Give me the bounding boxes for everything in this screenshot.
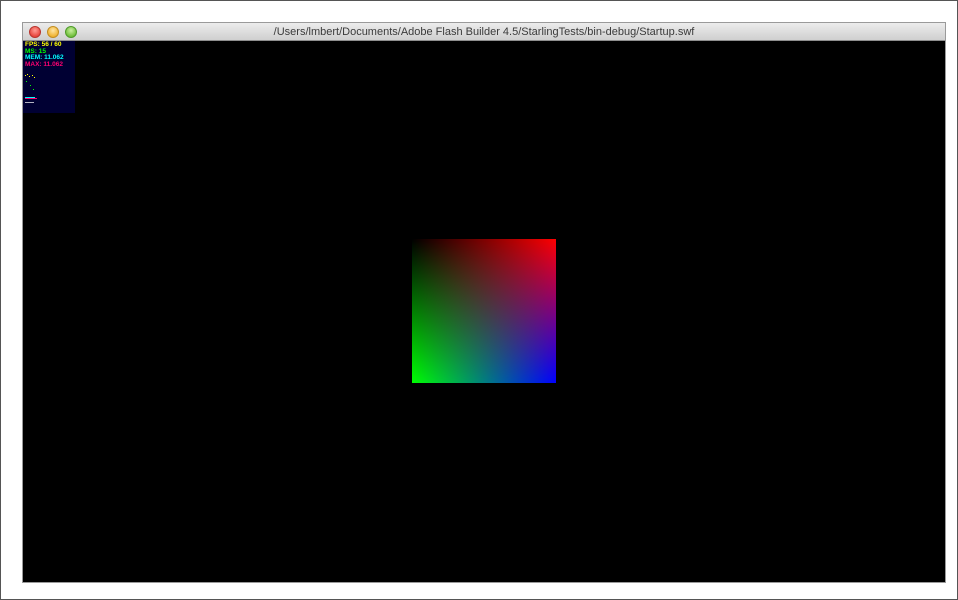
window-titlebar[interactable]: /Users/lmbert/Documents/Adobe Flash Buil… [23, 23, 945, 41]
max-readout: MAX: 11.062 [25, 60, 63, 68]
stats-panel: FPS: 56 / 60 MS: 15 MEM: 11.062 MAX: 11.… [23, 41, 75, 113]
max-graph-line [25, 98, 37, 99]
fps-graph-line [25, 74, 35, 78]
screenshot-page: /Users/lmbert/Documents/Adobe Flash Buil… [0, 0, 958, 600]
mem-graph-line [25, 97, 35, 98]
stats-graph [25, 74, 37, 103]
ms-graph-line [26, 81, 34, 90]
stage-area[interactable]: FPS: 56 / 60 MS: 15 MEM: 11.062 MAX: 11.… [23, 41, 945, 582]
flash-player-window: /Users/lmbert/Documents/Adobe Flash Buil… [23, 23, 945, 582]
graph-baseline [25, 102, 34, 103]
window-title: /Users/lmbert/Documents/Adobe Flash Buil… [273, 26, 695, 38]
gradient-quad [412, 239, 556, 383]
